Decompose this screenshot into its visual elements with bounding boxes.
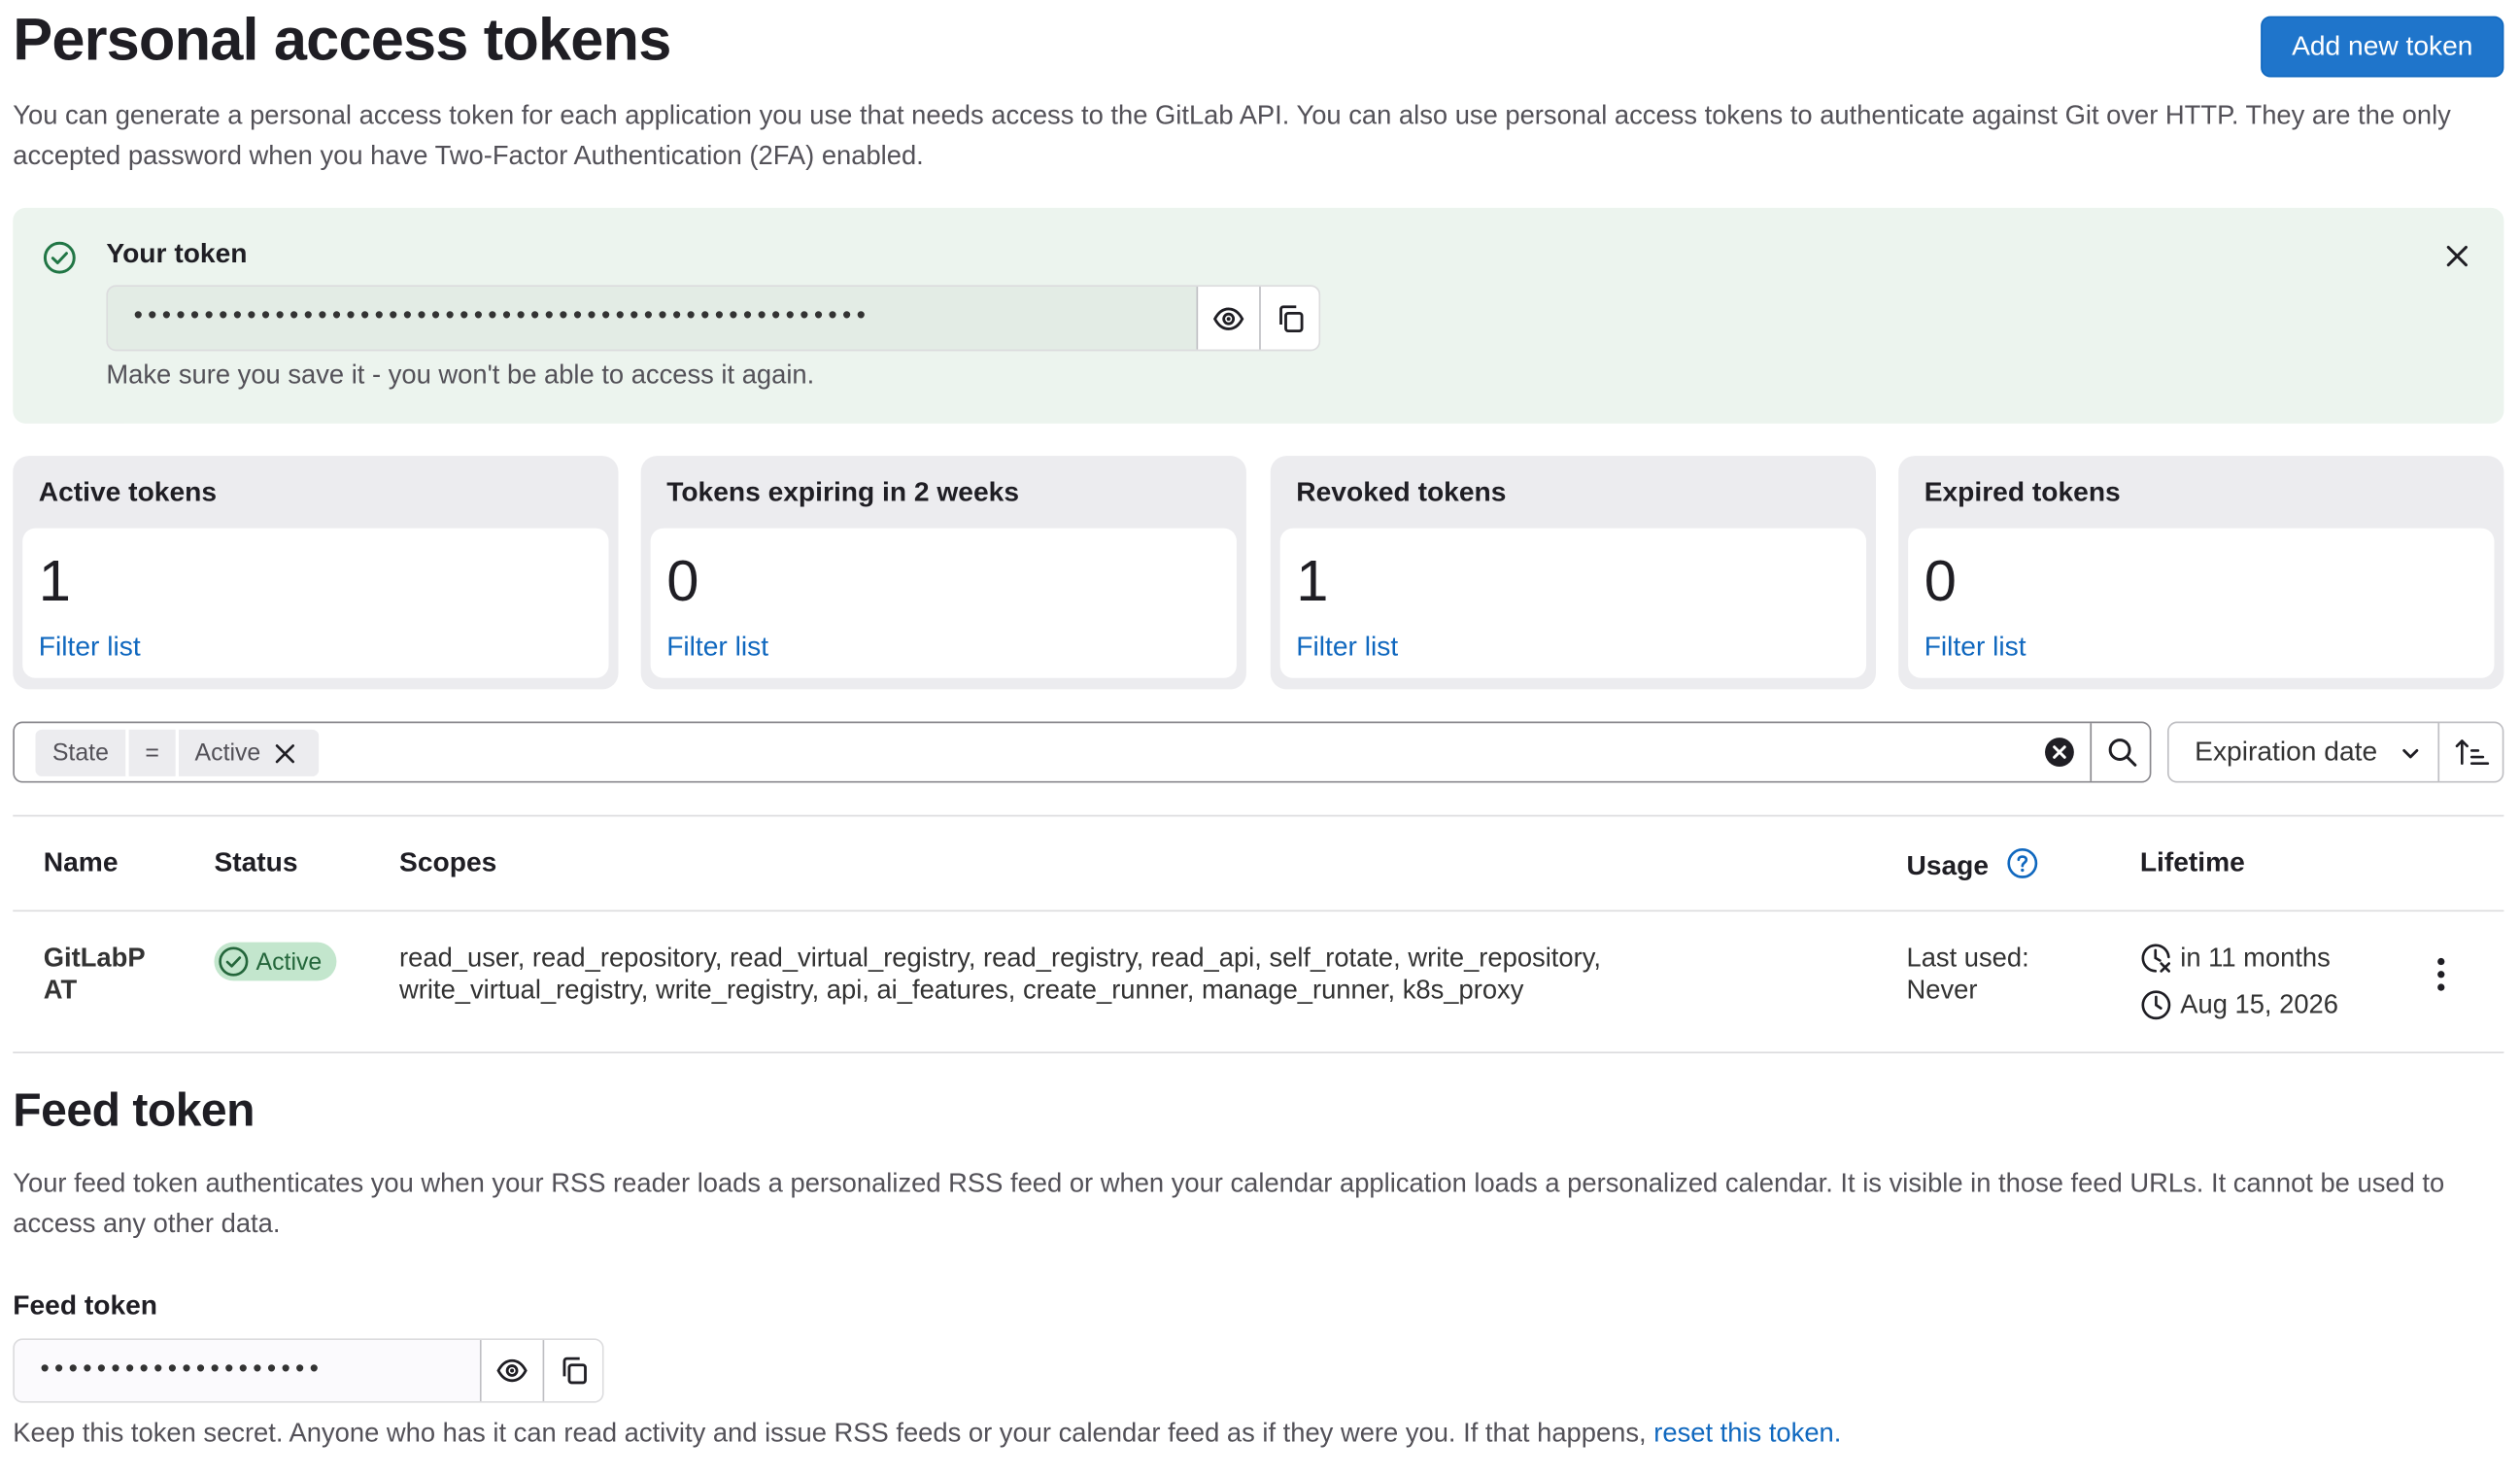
status-badge: Active (214, 942, 337, 981)
stat-filter-link[interactable]: Filter list (1924, 632, 2026, 664)
filter-token-operator[interactable]: = (128, 729, 176, 776)
new-token-value[interactable]: ••••••••••••••••••••••••••••••••••••••••… (108, 287, 1196, 350)
search-icon (2107, 738, 2136, 767)
sort-dropdown[interactable]: Expiration date (2166, 721, 2440, 783)
filter-token-value: Active (194, 738, 261, 767)
clear-search-icon[interactable] (2043, 736, 2075, 768)
copy-token-button[interactable] (1259, 287, 1319, 350)
stat-label: Active tokens (38, 476, 218, 508)
stat-card-active: Active tokens 1 Filter list (13, 456, 619, 690)
stat-label: Revoked tokens (1296, 476, 1507, 508)
copy-feed-token-button[interactable] (542, 1340, 602, 1402)
stat-value: 0 (666, 547, 699, 614)
sort-label: Expiration date (2195, 736, 2378, 767)
page-title: Personal access tokens (13, 6, 671, 73)
token-scopes: read_user, read_repository, read_virtual… (399, 943, 1601, 1007)
reveal-feed-token-button[interactable] (479, 1340, 543, 1402)
stat-filter-link[interactable]: Filter list (1296, 632, 1398, 664)
feed-token-note: Keep this token secret. Anyone who has i… (13, 1419, 1841, 1449)
stat-value: 0 (1924, 547, 1957, 614)
usage-line: Last used: (1906, 944, 2029, 974)
token-name-line: AT (43, 976, 78, 1006)
filter-token-value-chip[interactable]: Active (178, 729, 320, 776)
feed-note-text: Keep this token secret. Anyone who has i… (13, 1419, 1647, 1449)
clock-icon (2141, 990, 2171, 1020)
page: Personal access tokens Add new token You… (0, 0, 2520, 1474)
stat-card-revoked: Revoked tokens 1 Filter list (1270, 456, 1876, 690)
usage-header-label: Usage (1906, 850, 1990, 881)
check-circle-icon (219, 946, 249, 977)
status-badge-label: Active (255, 947, 323, 976)
stat-label: Expired tokens (1924, 476, 2121, 508)
stat-label: Tokens expiring in 2 weeks (666, 476, 1019, 508)
alert-hint: Make sure you save it - you won't be abl… (106, 361, 815, 391)
token-stats: Active tokens 1 Filter list Tokens expir… (13, 456, 2504, 690)
divider (13, 814, 2504, 817)
token-expires-on: Aug 15, 2026 (2140, 989, 2338, 1021)
sort-direction-button[interactable] (2437, 721, 2504, 783)
expires-in-text: in 11 months (2180, 943, 2331, 973)
more-actions-icon[interactable] (2424, 953, 2459, 995)
add-new-token-button[interactable]: Add new token (2261, 16, 2504, 78)
token-created-alert: Your token •••••••••••••••••••••••••••••… (13, 207, 2504, 424)
stat-filter-link[interactable]: Filter list (666, 632, 768, 664)
token-name: GitLabP AT (44, 943, 146, 1007)
eye-icon (496, 1358, 528, 1383)
filtered-search-input[interactable]: State = Active (13, 721, 2152, 783)
sort-ascending-icon (2454, 739, 2489, 765)
divider (13, 1051, 2504, 1054)
close-icon[interactable] (2441, 240, 2473, 272)
scopes-line: write_virtual_registry, write_registry, … (399, 976, 1524, 1006)
chevron-down-icon (2402, 748, 2419, 759)
copy-icon (1279, 304, 1304, 332)
feed-token-field[interactable]: •••••••••••••••••••• (13, 1338, 604, 1403)
usage-line: Never (1906, 976, 1978, 1006)
new-token-field[interactable]: ••••••••••••••••••••••••••••••••••••••••… (106, 285, 1321, 352)
stat-value: 1 (1296, 547, 1329, 614)
column-header-scopes: Scopes (399, 846, 497, 878)
column-header-name: Name (43, 846, 119, 878)
column-header-lifetime: Lifetime (2139, 846, 2245, 878)
stat-filter-link[interactable]: Filter list (39, 632, 141, 664)
reveal-token-button[interactable] (1196, 287, 1260, 350)
stat-card-expiring: Tokens expiring in 2 weeks 0 Filter list (640, 456, 1246, 690)
feed-token-heading: Feed token (13, 1085, 255, 1138)
expire-clock-icon (2141, 944, 2170, 973)
search-button[interactable] (2090, 723, 2151, 781)
feed-token-value[interactable]: •••••••••••••••••••• (15, 1340, 480, 1401)
expires-on-text: Aug 15, 2026 (2180, 989, 2338, 1019)
remove-filter-icon[interactable] (274, 741, 296, 764)
feed-token-description: Your feed token authenticates you when y… (13, 1169, 2445, 1239)
eye-icon (1212, 306, 1244, 330)
scopes-line: read_user, read_repository, read_virtual… (399, 944, 1601, 974)
copy-icon (562, 1357, 587, 1385)
help-icon[interactable] (2006, 847, 2038, 879)
alert-title: Your token (106, 238, 248, 269)
reset-token-link[interactable]: reset this token. (1653, 1419, 1841, 1448)
feed-token-label: Feed token (13, 1289, 158, 1322)
column-header-usage: Usage (1906, 847, 2038, 882)
divider (13, 910, 2504, 912)
token-usage: Last used: Never (1906, 943, 2028, 1007)
filter-token-key[interactable]: State (35, 729, 126, 776)
stat-card-expired: Expired tokens 0 Filter list (1898, 456, 2504, 690)
column-header-status: Status (214, 846, 298, 878)
stat-value: 1 (38, 547, 71, 614)
check-circle-icon (43, 241, 76, 274)
token-name-line: GitLabP (43, 944, 146, 974)
page-description: You can generate a personal access token… (13, 101, 2451, 171)
token-expires-in: in 11 months (2140, 943, 2331, 975)
